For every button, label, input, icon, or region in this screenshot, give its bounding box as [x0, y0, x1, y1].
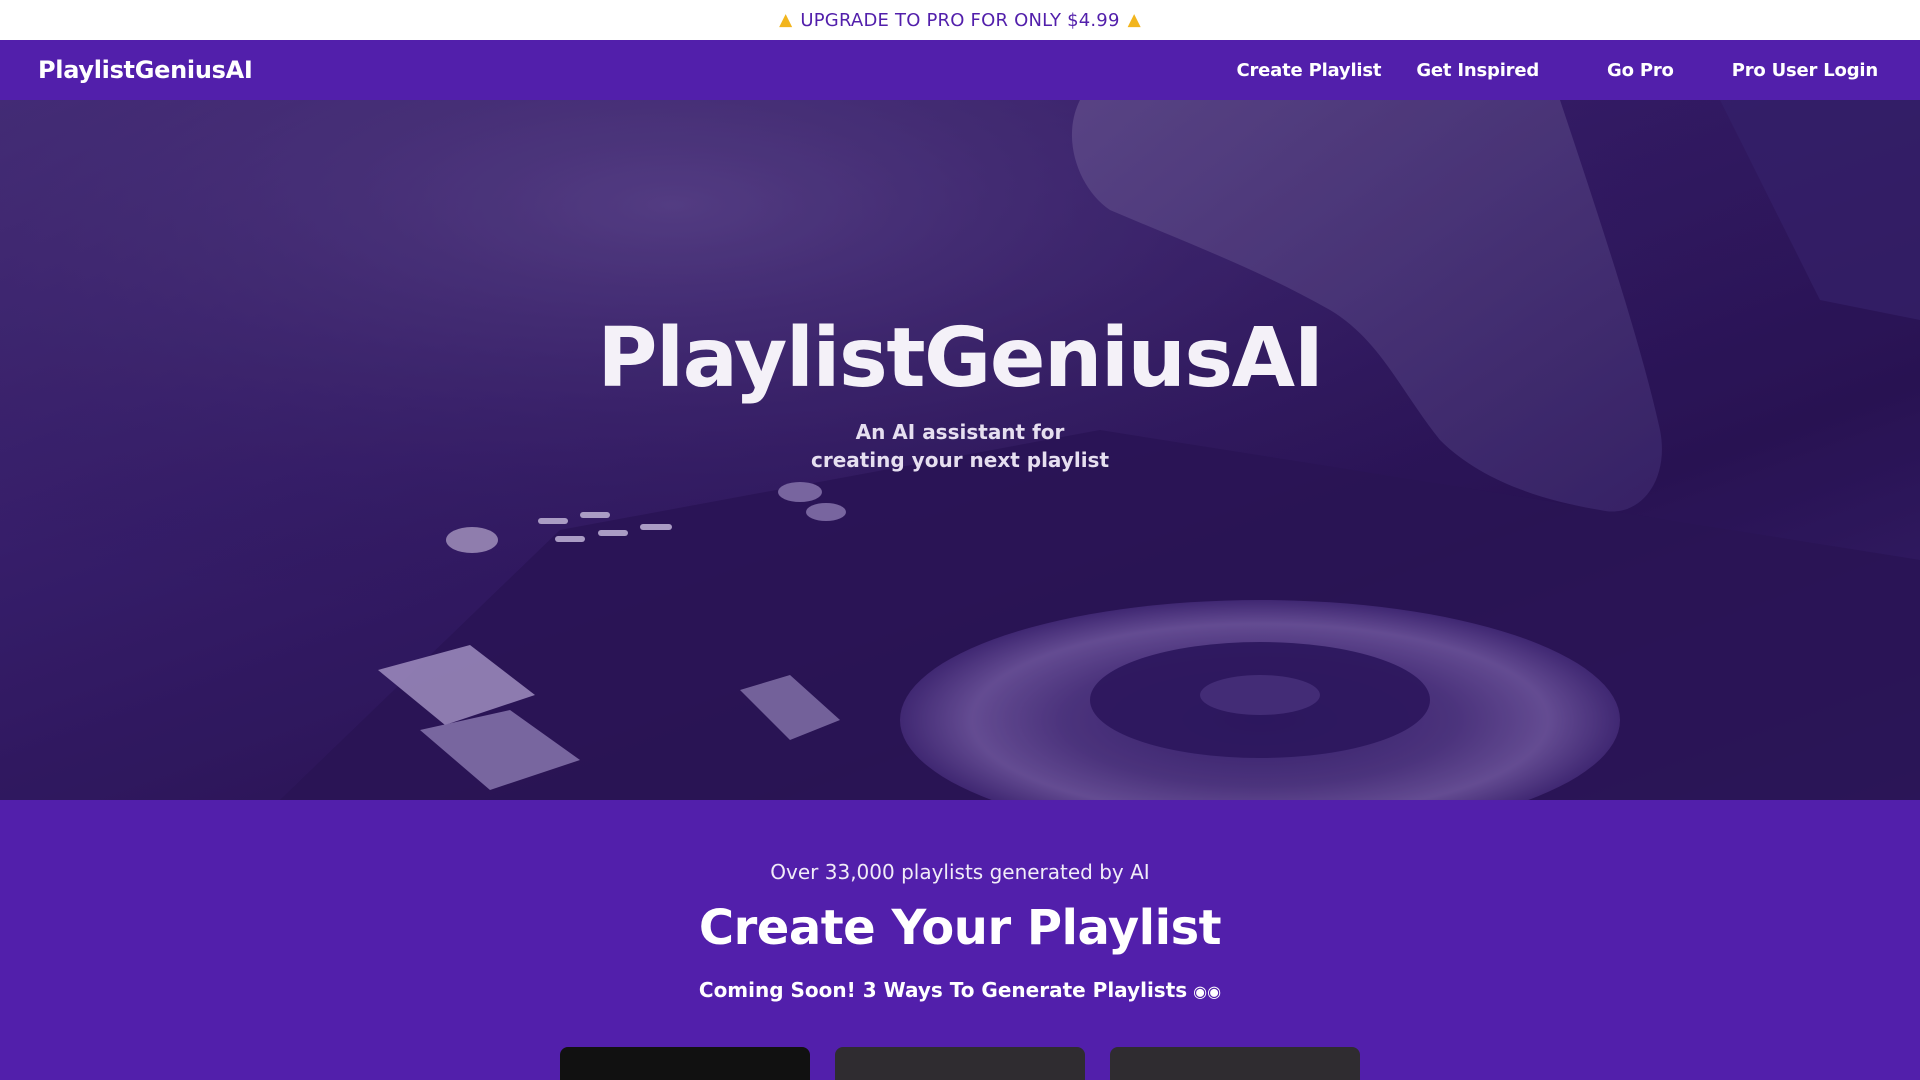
brand-logo-link[interactable]: PlaylistGeniusAI — [38, 56, 253, 84]
hero-content: PlaylistGeniusAI An AI assistant for cre… — [0, 318, 1920, 474]
hero-section: PlaylistGeniusAI An AI assistant for cre… — [0, 100, 1920, 800]
nav-links: Create Playlist Get Inspired Go Pro Pro … — [1201, 60, 1878, 81]
nav-get-inspired[interactable]: Get Inspired — [1416, 60, 1539, 81]
create-playlist-section: Over 33,000 playlists generated by AI Cr… — [0, 800, 1920, 1080]
megaphone-icon: ▲ — [1127, 10, 1141, 30]
top-navbar: PlaylistGeniusAI Create Playlist Get Ins… — [0, 40, 1920, 100]
nav-go-pro[interactable]: Go Pro — [1607, 60, 1674, 81]
hero-subtitle: An AI assistant for creating your next p… — [0, 418, 1920, 474]
playlist-count-stat: Over 33,000 playlists generated by AI — [770, 860, 1150, 884]
eyes-icon: ◉◉ — [1193, 982, 1222, 1001]
coming-soon-label: Coming Soon! 3 Ways To Generate Playlist… — [698, 978, 1188, 1002]
nav-pro-user-login[interactable]: Pro User Login — [1732, 60, 1878, 81]
promo-text[interactable]: UPGRADE TO PRO FOR ONLY $4.99 — [800, 10, 1119, 31]
hero-title: PlaylistGeniusAI — [597, 311, 1324, 406]
section-title: Create Your Playlist — [698, 900, 1222, 956]
generation-option-card[interactable] — [835, 1047, 1085, 1080]
megaphone-icon: ▲ — [779, 10, 793, 30]
generation-option-card[interactable] — [560, 1047, 810, 1080]
generation-option-card[interactable] — [1110, 1047, 1360, 1080]
nav-create-playlist[interactable]: Create Playlist — [1236, 60, 1381, 81]
generation-option-cards — [560, 1047, 1385, 1080]
coming-soon-text: Coming Soon! 3 Ways To Generate Playlist… — [0, 978, 1920, 1002]
hero-subtitle-line-2: creating your next playlist — [810, 448, 1110, 472]
hero-subtitle-line-1: An AI assistant for — [855, 420, 1065, 444]
promo-banner[interactable]: ▲ UPGRADE TO PRO FOR ONLY $4.99 ▲ — [0, 0, 1920, 40]
